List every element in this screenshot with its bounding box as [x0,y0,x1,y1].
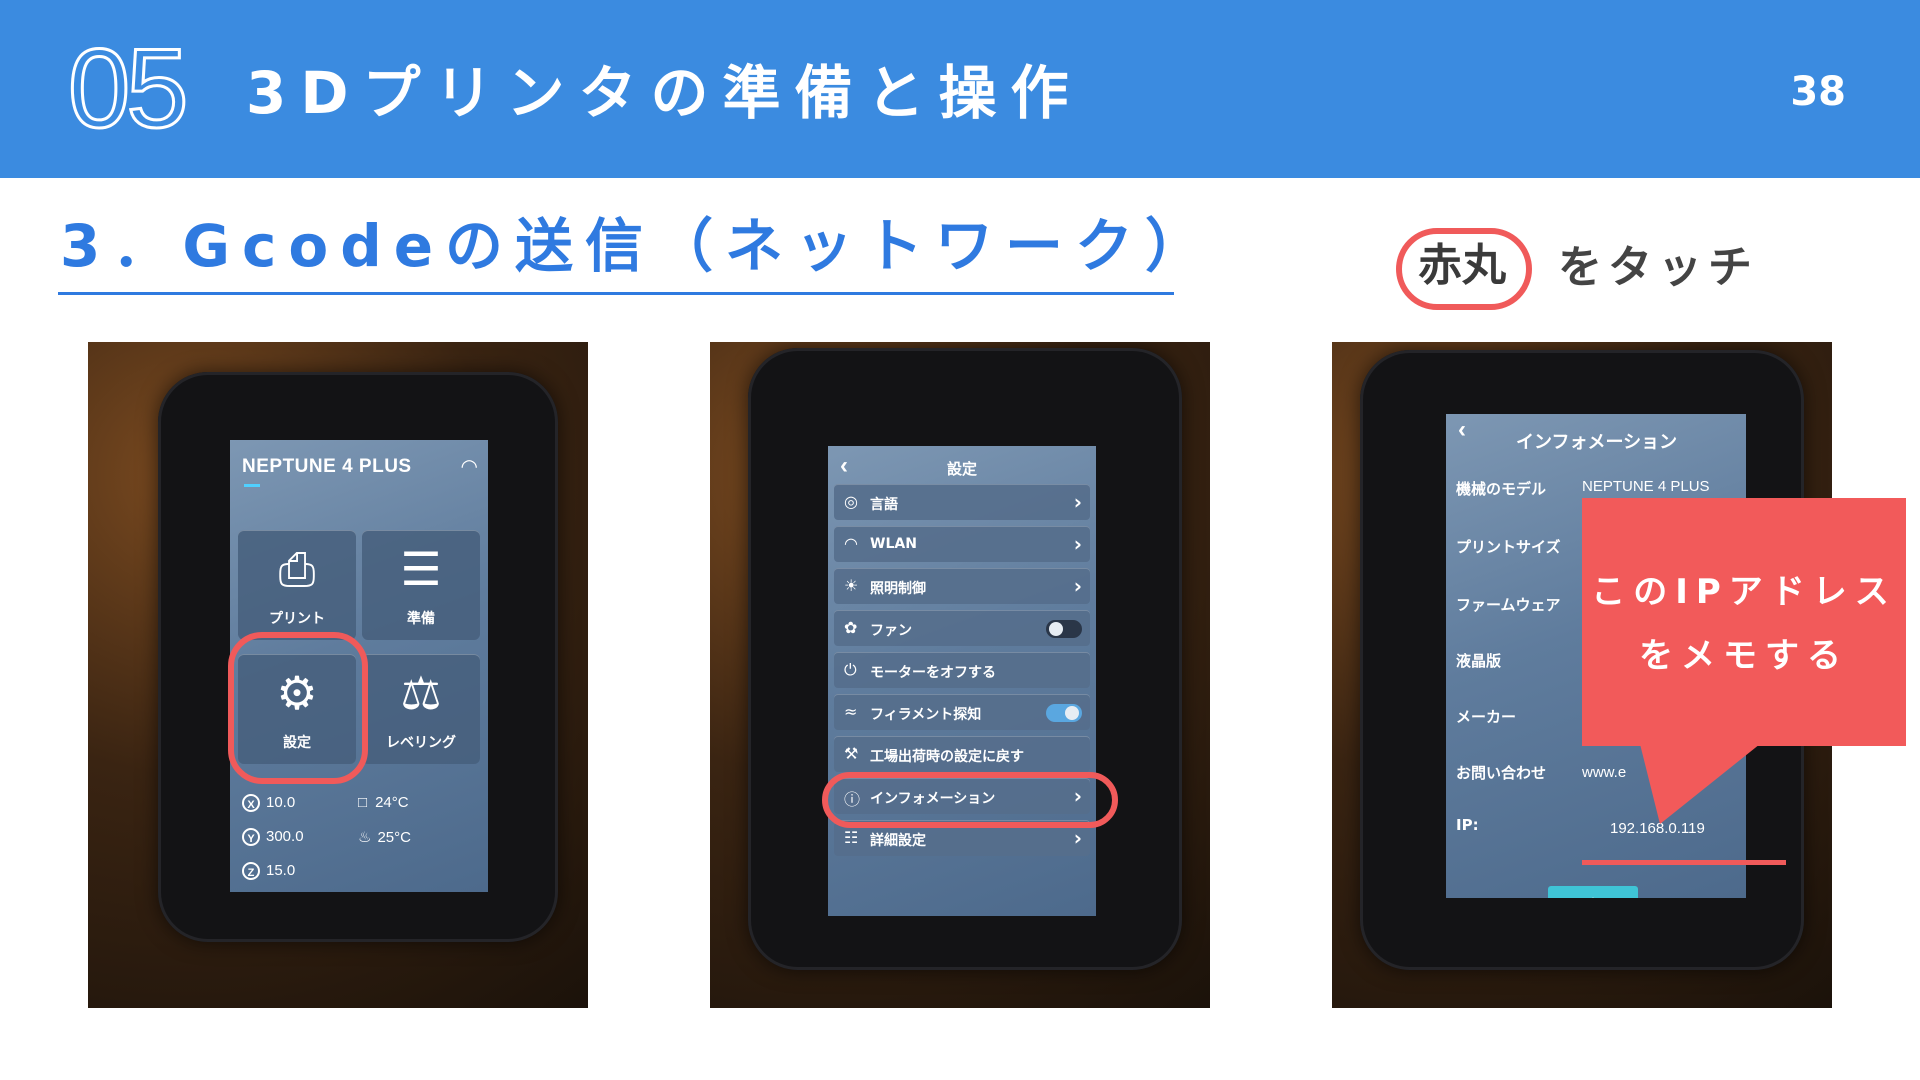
ip-underline [1582,860,1786,865]
highlight-ring-settings [228,632,368,784]
section-number: 05 [67,26,191,151]
photo-home-screen: NEPTUNE 4 PLUS ◠ ⎙ プリント ☰ 準備 ⚙ 設定 ⚖ レベリン… [88,342,588,1008]
globe-icon: ◎ [844,492,858,511]
info-label-ip: IP: [1456,816,1479,834]
subtitle-underline [58,292,1174,295]
page-title: 3Dプリンタの準備と操作 [246,59,1083,127]
info-label-model: 機械のモデル [1456,480,1547,498]
screen-title: インフォメーション [1516,432,1678,453]
stat-nozzle-temp: □ 24°C [358,794,409,811]
brand-indicator [244,484,260,487]
callout-text-line2: をメモする [1639,636,1849,676]
header-band: 05 3Dプリンタの準備と操作 38 [0,0,1920,178]
setting-row-fan[interactable]: ✿ ファン [834,610,1090,646]
brand-label: NEPTUNE 4 PLUS [242,456,412,477]
info-label-maker: メーカー [1456,708,1517,726]
stat-y: Y 300.0 [242,828,304,847]
legend-word: 赤丸 [1418,240,1506,291]
chevron-right-icon: › [1073,826,1082,850]
setting-row-lighting[interactable]: ☀ 照明制御 › [834,568,1090,604]
tile-print[interactable]: ⎙ プリント [238,530,356,640]
callout-pointer [1640,744,1760,824]
tile-label: レベリング [386,735,456,751]
screen-title: 設定 [946,460,977,478]
info-label-firmware: ファームウェア [1456,596,1561,614]
page-number: 38 [1790,69,1846,115]
filament-toggle[interactable] [1046,704,1082,722]
screen-topbar: ‹ 設定 [828,446,1096,486]
fan-toggle[interactable] [1046,620,1082,638]
stat-x: X 10.0 [242,794,295,813]
tile-label: プリント [269,611,325,627]
chevron-right-icon: › [1073,532,1082,556]
section-subtitle: 3．Gcodeの送信（ネットワーク） [60,212,1216,280]
info-label-print-size: プリントサイズ [1456,538,1561,556]
instruction-text: をタッチ [1558,242,1758,293]
setting-row-wlan[interactable]: ◠ WLAN › [834,526,1090,562]
chevron-right-icon: › [1073,490,1082,514]
stat-bed-temp: ♨ 25°C [358,829,411,846]
nozzle-icon: □ [358,794,368,811]
highlight-ring-information [822,772,1118,828]
stat-z: Z 15.0 [242,862,295,881]
info-value-model: NEPTUNE 4 PLUS [1582,478,1710,495]
fan-icon: ✿ [844,618,858,637]
tile-leveling[interactable]: ⚖ レベリング [362,654,480,764]
wrench-icon: ⚒ [844,744,859,763]
scroll-up-button[interactable]: ↑ [1548,886,1638,898]
wifi-icon: ◠ [460,456,478,478]
printer-screen: ‹ 設定 ◎ 言語 › ◠ WLAN › ☀ 照明制御 › ✿ ファン ⏻ モーターをオフする … [828,446,1096,916]
heatbed-icon: ♨ [358,829,372,846]
callout-box [1582,498,1906,746]
setting-row-motor-off[interactable]: ⏻ モーターをオフする [834,652,1090,688]
info-label-contact: お問い合わせ [1456,764,1547,782]
setting-row-language[interactable]: ◎ 言語 › [834,484,1090,520]
power-icon: ⏻ [844,660,857,679]
photo-settings-screen: ‹ 設定 ◎ 言語 › ◠ WLAN › ☀ 照明制御 › ✿ ファン ⏻ モーターをオフする … [710,342,1210,1008]
sliders-icon: ☰ [400,543,442,595]
print-icon: ⎙ [278,543,316,595]
scale-icon: ⚖ [400,667,442,719]
wifi-icon: ◠ [844,534,858,553]
setting-row-filament[interactable]: ≈ フィラメント探知 [834,694,1090,730]
tile-label: 準備 [407,611,435,627]
arrow-up-icon: ↑ [1587,890,1599,898]
light-icon: ☀ [844,576,859,595]
chevron-right-icon: › [1073,574,1082,598]
advanced-icon: ☷ [844,828,859,847]
back-chevron-icon[interactable]: ‹ [1458,416,1466,444]
setting-row-factory-reset[interactable]: ⚒ 工場出荷時の設定に戻す [834,736,1090,772]
callout-text-line1: このIPアドレス [1591,572,1897,612]
tile-prepare[interactable]: ☰ 準備 [362,530,480,640]
info-label-lcd: 液晶版 [1456,652,1502,670]
filament-icon: ≈ [844,702,858,721]
